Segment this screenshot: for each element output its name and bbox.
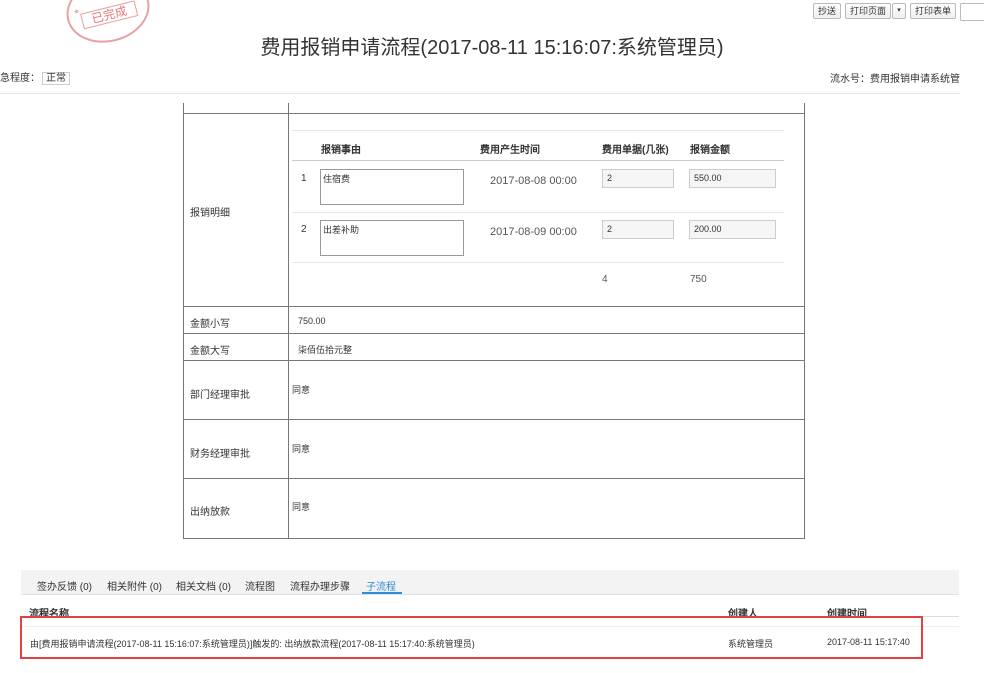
amount-input[interactable]: 550.00 — [689, 169, 776, 188]
subflow-created-time: 2017-08-11 15:17:40 — [827, 637, 910, 647]
toolbar-overflow-button[interactable] — [960, 3, 984, 21]
row-divider — [184, 360, 804, 361]
subflow-name-link[interactable]: 由[费用报销申请流程(2017-08-11 15:16:07:系统管理员)]触发… — [30, 637, 475, 650]
expense-time: 2017-08-08 00:00 — [490, 175, 577, 187]
sub-header-amount: 报销金额 — [690, 145, 730, 156]
urgency-label: 急程度： — [0, 73, 40, 84]
dept-approval-label: 部门经理审批 — [190, 390, 250, 401]
urgency-level: 急程度： 正常 — [0, 69, 70, 85]
receipts-input[interactable]: 2 — [602, 220, 674, 239]
column-divider — [288, 103, 289, 538]
copy-send-button[interactable]: 抄送 — [812, 3, 841, 19]
cashier-label: 出纳放款 — [190, 507, 230, 518]
cashier-value: 同意 — [292, 502, 311, 512]
tab-feedback[interactable]: 签办反馈 (0) — [37, 578, 92, 593]
active-tab-indicator — [362, 592, 402, 594]
sub-row-line — [292, 262, 784, 263]
finance-approval-value: 同意 — [292, 444, 311, 454]
serial-number: 流水号：费用报销申请系统管 — [830, 74, 960, 85]
print-dropdown-chevron-icon[interactable]: ▾ — [891, 3, 906, 19]
reason-input[interactable]: 出差补助 — [320, 220, 464, 256]
header-divider — [0, 93, 960, 94]
page-title: 费用报销申请流程(2017-08-11 15:16:07:系统管理员) — [260, 37, 724, 59]
amount-lower-value: 750.00 — [298, 316, 326, 326]
row-divider — [184, 306, 804, 307]
row-divider — [184, 478, 804, 479]
amount-lower-label: 金额小写 — [190, 319, 230, 330]
sub-header-time: 费用产生时间 — [480, 145, 540, 156]
sub-row-line — [292, 212, 784, 213]
print-page-button[interactable]: 打印页面 — [844, 3, 891, 19]
print-form-button[interactable]: 打印表单 — [909, 3, 956, 19]
tab-process-steps[interactable]: 流程办理步骤 — [290, 578, 350, 593]
expense-time: 2017-08-09 00:00 — [490, 226, 577, 238]
row-divider — [184, 113, 804, 114]
amount-input[interactable]: 200.00 — [689, 220, 776, 239]
subflow-creator: 系统管理员 — [728, 639, 774, 649]
receipts-input[interactable]: 2 — [602, 169, 674, 188]
detail-label: 报销明细 — [190, 208, 230, 219]
finance-approval-label: 财务经理审批 — [190, 449, 250, 460]
row-number: 1 — [301, 173, 307, 184]
dept-approval-value: 同意 — [292, 385, 311, 395]
amount-upper-label: 金额大写 — [190, 346, 230, 357]
tab-flowchart[interactable]: 流程图 — [245, 578, 275, 593]
tab-subprocess[interactable]: 子流程 — [366, 578, 396, 593]
tab-documents[interactable]: 相关文档 (0) — [176, 578, 231, 593]
total-amount: 750 — [690, 274, 707, 285]
reimbursement-form: 报销明细 报销事由 费用产生时间 费用单据(几张) 报销金额 1 住宿费 201… — [183, 103, 805, 539]
amount-upper-value: 柒佰伍拾元整 — [298, 345, 353, 355]
tab-attachments[interactable]: 相关附件 (0) — [107, 578, 162, 593]
reason-input[interactable]: 住宿费 — [320, 169, 464, 205]
total-receipts: 4 — [602, 274, 608, 285]
row-divider — [184, 333, 804, 334]
row-divider — [184, 419, 804, 420]
sub-table-top-line — [292, 130, 784, 131]
urgency-value: 正常 — [42, 72, 70, 85]
tab-bar: 签办反馈 (0) 相关附件 (0) 相关文档 (0) 流程图 流程办理步骤 子流… — [21, 570, 959, 595]
row-number: 2 — [301, 224, 307, 235]
sub-table-header-line — [292, 160, 784, 161]
toolbar: 抄送 打印页面 ▾ 打印表单 — [812, 3, 956, 19]
sub-header-receipts: 费用单据(几张) — [602, 145, 669, 156]
sub-header-reason: 报销事由 — [321, 145, 361, 156]
